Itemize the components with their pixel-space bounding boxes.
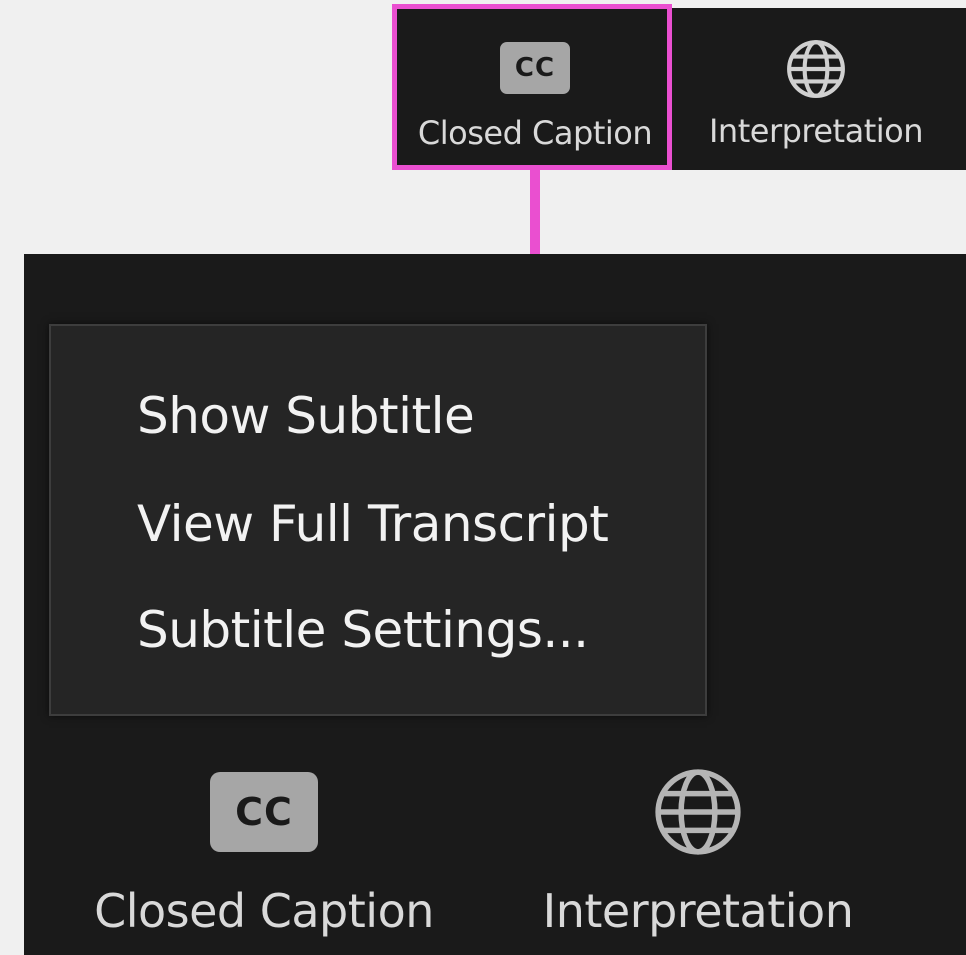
- menu-item-view-full-transcript[interactable]: View Full Transcript: [137, 474, 609, 574]
- closed-caption-label: Closed Caption: [94, 884, 434, 938]
- cc-icon: CC: [500, 42, 570, 94]
- cc-icon: CC: [210, 772, 318, 852]
- closed-caption-button[interactable]: CC Closed Caption: [396, 8, 674, 170]
- closed-caption-button[interactable]: CC Closed Caption: [64, 766, 464, 955]
- tutorial-canvas: CC Closed Caption Interpretation Show Su…: [0, 0, 966, 955]
- interpretation-button[interactable]: Interpretation: [674, 8, 958, 170]
- caption-context-menu: Show Subtitle View Full Transcript Subti…: [49, 324, 707, 716]
- interpretation-label: Interpretation: [542, 884, 854, 938]
- top-toolbar: CC Closed Caption Interpretation: [396, 8, 966, 170]
- globe-icon: [787, 40, 845, 98]
- interpretation-button[interactable]: Interpretation: [508, 766, 888, 955]
- menu-item-subtitle-settings[interactable]: Subtitle Settings...: [137, 580, 589, 680]
- menu-item-show-subtitle[interactable]: Show Subtitle: [137, 366, 475, 466]
- globe-icon: [655, 769, 741, 855]
- interpretation-label: Interpretation: [708, 112, 924, 150]
- closed-caption-label: Closed Caption: [417, 114, 653, 152]
- toolbar-zoom-panel: Show Subtitle View Full Transcript Subti…: [24, 254, 966, 955]
